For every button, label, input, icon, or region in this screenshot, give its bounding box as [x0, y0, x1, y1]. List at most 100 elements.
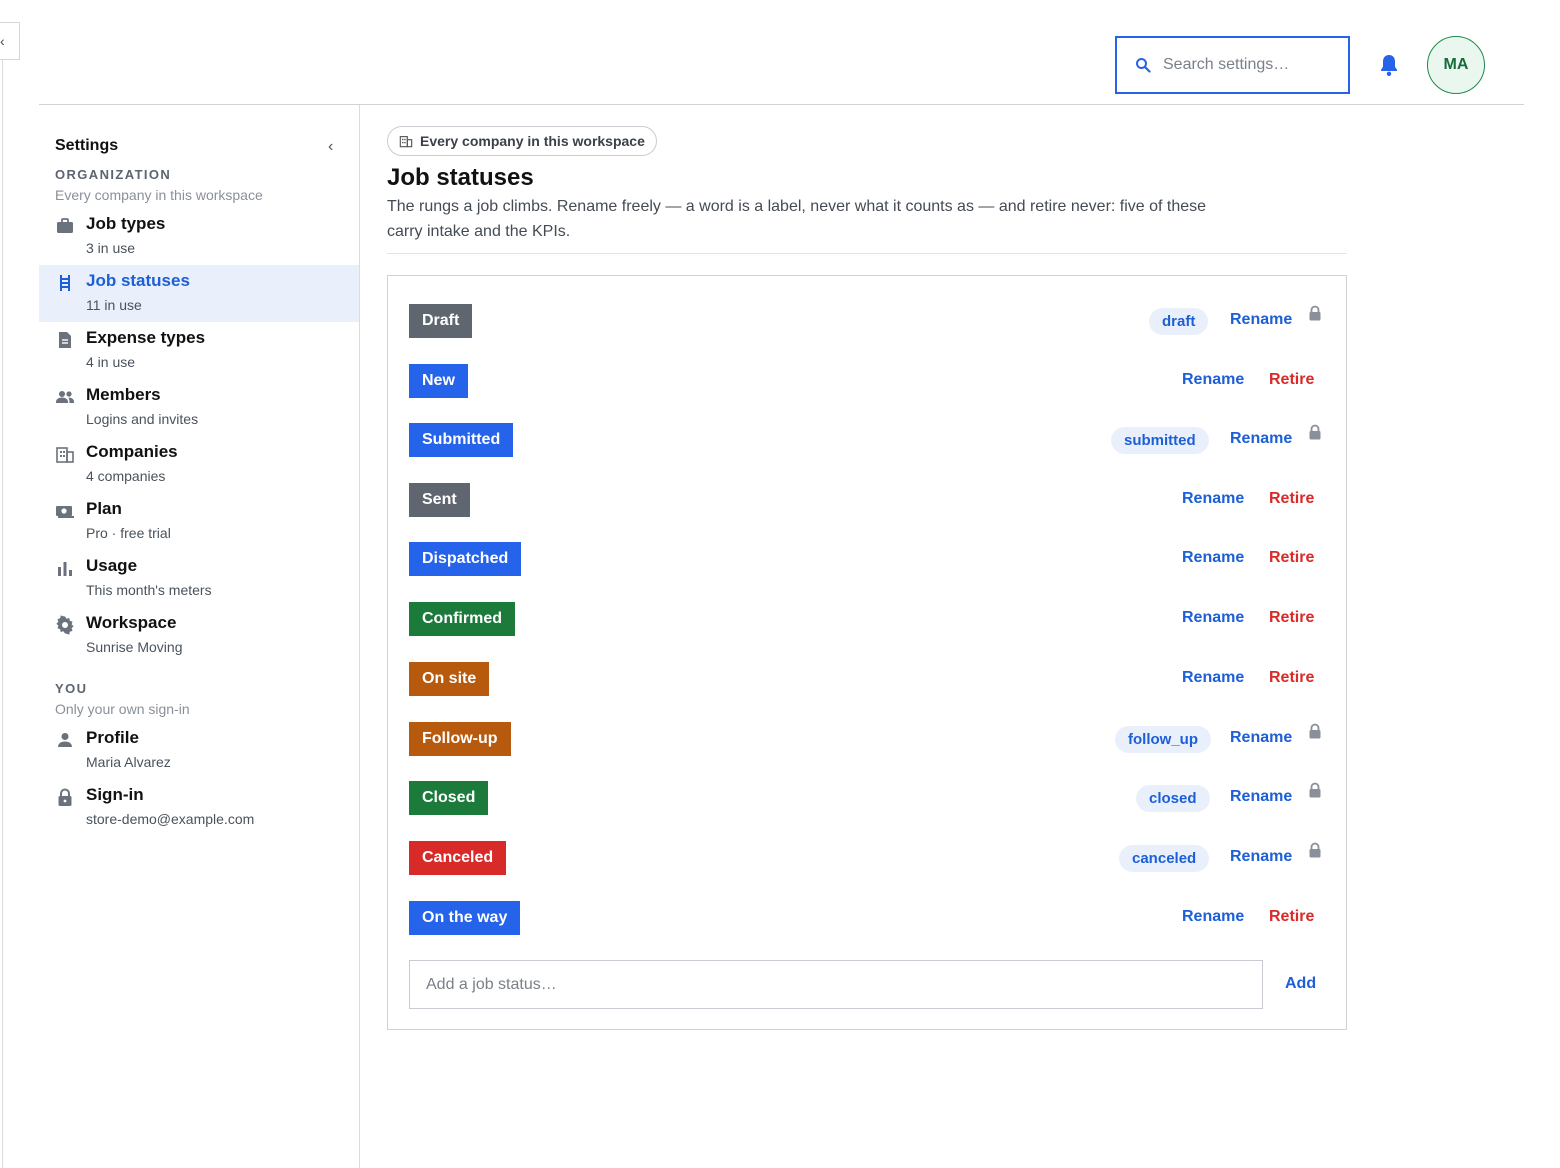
sidebar-item-label: Workspace — [86, 613, 177, 632]
rename-button[interactable]: Rename — [1182, 609, 1244, 627]
sidebar-item-sub: Sunrise Moving — [86, 639, 183, 655]
statuses-panel: Draft draft Rename New Rename Retire Sub… — [387, 275, 1347, 1030]
avatar[interactable]: MA — [1427, 36, 1485, 94]
sidebar-item-label: Expense types — [86, 328, 206, 347]
sidebar-item-sub: 3 in use — [86, 240, 136, 256]
sidebar-item-sub: Pro · free trial — [86, 525, 171, 541]
status-chip: Dispatched — [409, 542, 522, 576]
search-input[interactable] — [1163, 56, 1333, 74]
status-row: Draft draft Rename — [409, 304, 1327, 338]
gear-icon — [56, 615, 74, 635]
rename-button[interactable]: Rename — [1230, 311, 1292, 329]
building-icon — [399, 136, 413, 148]
retire-button[interactable]: Retire — [1269, 549, 1314, 567]
sidebar-item-usage[interactable]: Usage This month's meters — [39, 550, 359, 607]
status-key-tag: submitted — [1111, 427, 1209, 454]
status-chip: Canceled — [409, 841, 507, 875]
page-description: The rungs a job climbs. Rename freely — … — [387, 198, 1207, 240]
rename-button[interactable]: Rename — [1182, 908, 1244, 926]
status-chip: Closed — [409, 781, 489, 815]
section-sub-organization: Every company in this workspace — [55, 187, 263, 203]
ladder-icon — [60, 275, 70, 291]
status-chip: Confirmed — [409, 602, 515, 636]
add-job-status-input[interactable] — [409, 960, 1263, 1009]
main-content: Every company in this workspace Job stat… — [387, 126, 1347, 254]
retire-button[interactable]: Retire — [1269, 371, 1314, 389]
status-chip: Draft — [409, 304, 473, 338]
status-key-tag: canceled — [1119, 845, 1210, 872]
status-chip: New — [409, 364, 468, 398]
status-chip: Follow-up — [409, 722, 511, 756]
status-row: Confirmed Rename Retire — [409, 602, 1327, 636]
status-row: On site Rename Retire — [409, 662, 1327, 696]
add-button[interactable]: Add — [1285, 975, 1316, 993]
status-row: Sent Rename Retire — [409, 483, 1327, 517]
rename-button[interactable]: Rename — [1230, 729, 1292, 747]
status-row: On the way Rename Retire — [409, 901, 1327, 935]
rename-button[interactable]: Rename — [1230, 788, 1292, 806]
bar-chart-icon — [58, 562, 72, 576]
scope-pill: Every company in this workspace — [387, 126, 657, 156]
retire-button[interactable]: Retire — [1269, 669, 1314, 687]
status-row: Canceled canceled Rename — [409, 841, 1327, 875]
lock-icon — [1309, 305, 1321, 321]
money-icon — [56, 506, 74, 518]
status-row: Submitted submitted Rename — [409, 423, 1327, 457]
scope-pill-label: Every company in this workspace — [420, 133, 645, 149]
rename-button[interactable]: Rename — [1182, 669, 1244, 687]
sidebar-title: Settings — [55, 137, 119, 154]
chevron-left-icon[interactable]: ‹ — [328, 138, 333, 156]
sidebar-item-label: Usage — [86, 556, 138, 575]
lock-icon — [58, 788, 72, 806]
status-row: Closed closed Rename — [409, 781, 1327, 815]
sidebar-item-sub: This month's meters — [86, 582, 212, 598]
sidebar-item-label: Profile — [86, 728, 139, 747]
lock-icon — [1309, 424, 1321, 440]
document-icon — [59, 332, 71, 348]
search-icon — [1136, 58, 1151, 73]
rename-button[interactable]: Rename — [1182, 490, 1244, 508]
search-box[interactable] — [1115, 36, 1350, 94]
sidebar-item-workspace[interactable]: Workspace Sunrise Moving — [39, 607, 359, 664]
collapse-edge-tab[interactable]: ‹ — [0, 22, 20, 60]
chevron-left-icon: ‹ — [0, 33, 5, 49]
status-chip: On the way — [409, 901, 521, 935]
sidebar-item-sub: Logins and invites — [86, 411, 199, 427]
rename-button[interactable]: Rename — [1230, 848, 1292, 866]
retire-button[interactable]: Retire — [1269, 908, 1314, 926]
sidebar-item-sub: Maria Alvarez — [86, 754, 171, 770]
sidebar-item-companies[interactable]: Companies 4 companies — [39, 436, 359, 493]
lock-icon — [1309, 842, 1321, 858]
bell-icon[interactable] — [1378, 53, 1400, 77]
sidebar-item-expense-types[interactable]: Expense types 4 in use — [39, 322, 359, 379]
sidebar-item-plan[interactable]: Plan Pro · free trial — [39, 493, 359, 550]
sidebar-item-sign-in[interactable]: Sign-in store-demo@example.com — [39, 779, 359, 836]
retire-button[interactable]: Retire — [1269, 609, 1314, 627]
status-row: Dispatched Rename Retire — [409, 542, 1327, 576]
person-icon — [58, 733, 72, 747]
sidebar-item-label: Companies — [86, 442, 178, 461]
lock-icon — [1309, 723, 1321, 739]
rename-button[interactable]: Rename — [1182, 371, 1244, 389]
sidebar-item-members[interactable]: Members Logins and invites — [39, 379, 359, 436]
header-divider — [387, 253, 1347, 254]
sidebar-item-job-types[interactable]: Job types 3 in use — [39, 208, 359, 265]
page-title: Job statuses — [387, 164, 534, 191]
status-chip: Submitted — [409, 423, 514, 457]
settings-sidebar: Settings ‹ ORGANIZATION Every company in… — [39, 105, 360, 1168]
sidebar-item-sub: store-demo@example.com — [86, 811, 255, 827]
retire-button[interactable]: Retire — [1269, 490, 1314, 508]
sidebar-item-label: Sign-in — [86, 785, 144, 804]
sidebar-item-profile[interactable]: Profile Maria Alvarez — [39, 722, 359, 779]
people-icon — [56, 391, 74, 403]
status-key-tag: draft — [1149, 308, 1209, 335]
status-row: New Rename Retire — [409, 364, 1327, 398]
sidebar-item-job-statuses[interactable]: Job statuses 11 in use — [39, 265, 359, 322]
section-heading-organization: ORGANIZATION — [55, 167, 172, 182]
rename-button[interactable]: Rename — [1182, 549, 1244, 567]
sidebar-item-label: Plan — [86, 499, 122, 518]
sidebar-item-label: Members — [86, 385, 161, 404]
status-row: Follow-up follow_up Rename — [409, 722, 1327, 756]
status-key-tag: follow_up — [1115, 726, 1211, 753]
rename-button[interactable]: Rename — [1230, 430, 1292, 448]
